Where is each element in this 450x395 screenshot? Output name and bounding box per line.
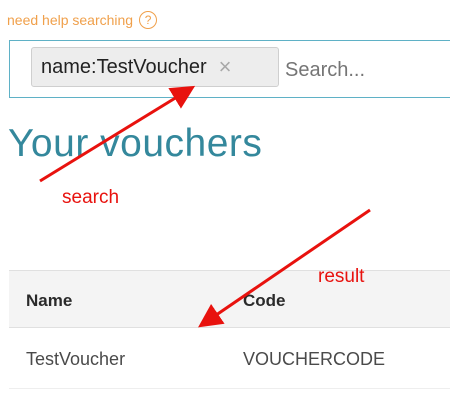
result-annotation-label: result xyxy=(318,266,365,287)
search-arrow xyxy=(39,85,196,183)
search-annotation-label: search xyxy=(62,187,120,208)
